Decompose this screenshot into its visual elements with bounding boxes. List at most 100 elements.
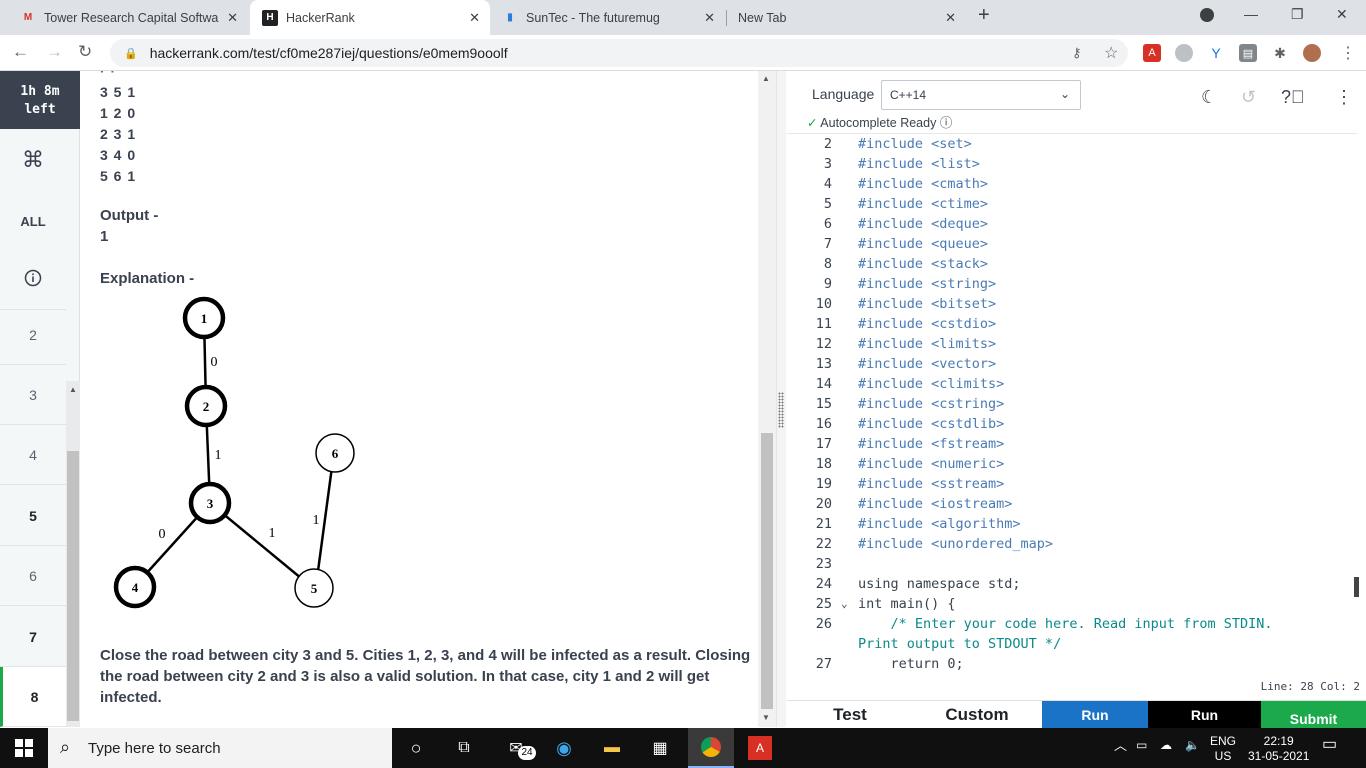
tray-chevron-icon[interactable]: ︿ [1114, 738, 1127, 753]
line-number: 24 [815, 576, 832, 592]
more-options-icon[interactable]: ⋮ [1335, 87, 1353, 108]
scroll-down-icon[interactable]: ▼ [762, 713, 770, 722]
avatar[interactable] [1303, 44, 1321, 62]
line-number: 2 [823, 136, 832, 152]
code-area[interactable]: 2 #include <set> 3 #include <list> 4 #include… [787, 133, 1357, 671]
info-icon[interactable]: ⓘ [940, 116, 953, 130]
y-extension-icon[interactable]: Y [1207, 44, 1225, 62]
mail-badge: 24 [518, 746, 536, 760]
forward-icon[interactable]: → [46, 42, 63, 62]
help-icon[interactable]: ?⃝ [1281, 87, 1305, 108]
profile-menu-icon[interactable] [1200, 8, 1214, 22]
code-text: #include <sstream> [858, 476, 1005, 492]
tab-hackerrank[interactable]: H HackerRank ✕ [250, 0, 490, 35]
resize-grip-icon[interactable] [778, 392, 784, 428]
acrobat-extension-icon[interactable]: A [1143, 44, 1161, 62]
editor-scrollbar[interactable] [1354, 577, 1359, 597]
tab-title: HackerRank [286, 10, 355, 25]
key-icon[interactable]: ⚷ [1072, 45, 1082, 61]
explanation-text: Close the road between city 3 and 5. Cit… [100, 647, 751, 706]
edge-icon[interactable]: ◉ [552, 736, 576, 760]
submit-button[interactable]: Submit [1261, 701, 1366, 728]
line-number: 7 [823, 236, 832, 252]
scrollbar-thumb[interactable] [67, 451, 79, 721]
restore-icon[interactable]: ❐ [1291, 6, 1304, 23]
battery-icon[interactable]: ▭ [1136, 738, 1147, 753]
question-6[interactable]: 6 [0, 546, 66, 606]
cortana-icon[interactable]: ○ [404, 736, 428, 760]
address-bar[interactable]: 🔒 hackerrank.com/test/cf0me287iej/questi… [110, 39, 1128, 67]
problem-scrollbar[interactable]: ▲ ▼ [758, 71, 776, 727]
question-3[interactable]: 3 [0, 365, 66, 425]
custom-tab[interactable]: Custom [913, 701, 1041, 728]
tab-gmail[interactable]: M Tower Research Capital Software ✕ [8, 0, 248, 35]
scrollbar-thumb[interactable] [761, 433, 773, 709]
bookmark-star-icon[interactable]: ☆ [1104, 43, 1118, 63]
clock[interactable]: 22:19 31-05-2021 [1248, 734, 1309, 764]
line-number: 19 [815, 476, 832, 492]
task-view-icon[interactable]: ⧉ [452, 736, 476, 760]
extension-icon[interactable] [1175, 44, 1193, 62]
volume-icon[interactable]: 🔈 [1185, 738, 1200, 753]
sidebar-scrollbar[interactable]: ▲ [66, 381, 80, 727]
menu-kebab-icon[interactable]: ⋮ [1340, 43, 1356, 63]
store-icon[interactable]: ▦ [648, 736, 672, 760]
tab-new-tab[interactable]: New Tab ✕ [726, 0, 966, 35]
dark-mode-icon[interactable]: ☾ [1201, 87, 1217, 108]
close-icon[interactable]: ✕ [704, 10, 715, 26]
back-icon[interactable]: ← [12, 42, 29, 62]
reload-icon[interactable]: ↻ [78, 42, 92, 62]
notifications-icon[interactable]: ▭ [1322, 737, 1337, 753]
graph-node: 6 [332, 446, 339, 461]
edge-label: 1 [269, 526, 276, 541]
code-text: Print output to STDOUT */ [858, 636, 1062, 652]
windows-start-icon[interactable] [12, 736, 36, 760]
file-explorer-icon[interactable]: ▬ [600, 736, 624, 760]
test-tab[interactable]: Test [787, 701, 913, 728]
question-5[interactable]: 5 [0, 486, 66, 546]
command-icon[interactable]: ⌘ [0, 147, 66, 173]
language-select[interactable]: C++14 ⌄ [881, 80, 1081, 110]
info-icon[interactable] [0, 269, 66, 292]
code-text: #include <deque> [858, 216, 989, 232]
tab-suntec[interactable]: ▮ SunTec - The futuremug ✕ [490, 0, 725, 35]
line-number: 12 [815, 336, 832, 352]
line-number: 25 [815, 596, 832, 612]
question-7[interactable]: 7 [0, 607, 66, 667]
scroll-up-icon[interactable]: ▲ [69, 385, 77, 394]
question-8[interactable]: 8 [0, 667, 66, 727]
line-number: 4 [823, 176, 832, 192]
question-2[interactable]: 2 [0, 305, 66, 365]
all-questions-link[interactable]: ALL [0, 214, 66, 229]
close-icon[interactable]: ✕ [945, 10, 956, 26]
input-line: 1 2 0 [100, 105, 137, 121]
taskbar-search[interactable]: ⌕ Type here to search [48, 728, 392, 768]
suntec-icon: ▮ [507, 12, 513, 23]
history-icon[interactable]: ↺ [1241, 87, 1256, 108]
scroll-up-icon[interactable]: ▲ [762, 74, 770, 83]
new-tab-button[interactable]: + [978, 4, 990, 27]
minimize-icon[interactable]: — [1244, 6, 1258, 22]
fold-chevron-icon[interactable]: ⌄ [841, 594, 848, 614]
edge-label: 0 [159, 527, 166, 542]
run-code-button[interactable]: Run [1148, 701, 1261, 728]
acrobat-icon[interactable]: A [748, 736, 772, 760]
question-4[interactable]: 4 [0, 425, 66, 485]
close-icon[interactable]: ✕ [227, 10, 238, 26]
line-number: 23 [815, 556, 832, 572]
code-text: return 0; [858, 656, 964, 671]
edge-label: 0 [211, 355, 218, 370]
sample-input: · · 3 5 1 1 2 0 2 3 1 3 4 0 5 6 1 [100, 71, 136, 187]
language-indicator[interactable]: ENG US [1210, 734, 1236, 764]
window-close-icon[interactable]: ✕ [1336, 6, 1348, 23]
close-icon[interactable]: ✕ [469, 10, 480, 26]
puzzle-extensions-icon[interactable]: ✱ [1271, 44, 1289, 62]
page-extension-icon[interactable]: ▤ [1239, 44, 1257, 62]
line-number: 22 [815, 536, 832, 552]
code-text: /* Enter your code here. Read input from… [858, 616, 1273, 632]
line-number: 21 [815, 516, 832, 532]
graph-node: 3 [207, 496, 214, 511]
run-button[interactable]: Run [1042, 701, 1148, 728]
onedrive-icon[interactable]: ☁ [1160, 738, 1172, 753]
chrome-taskbar-item[interactable] [688, 728, 734, 768]
